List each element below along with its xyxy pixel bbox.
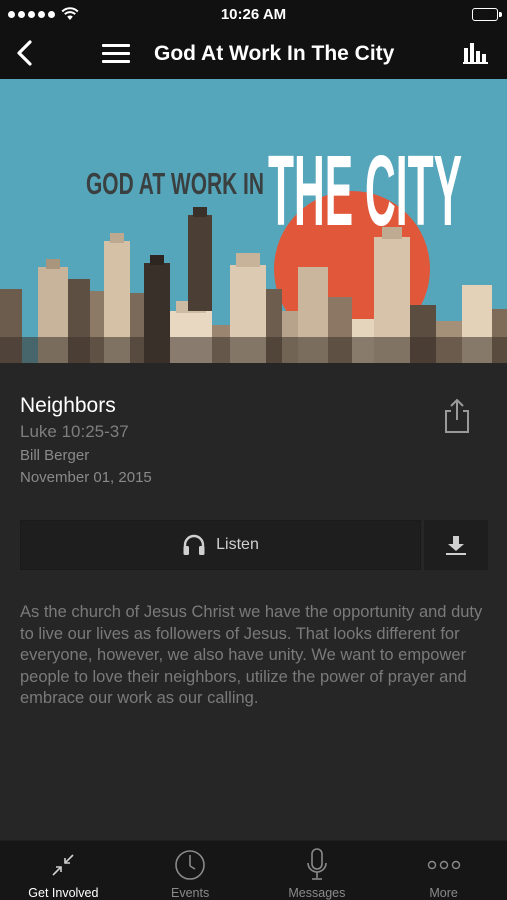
sermon-details: Neighbors Luke 10:25-37 Bill Berger Nove… [20,393,487,489]
navigation-bar: God At Work In The City [0,28,507,79]
download-icon [446,536,466,555]
page-title: God At Work In The City [154,41,395,65]
listen-button[interactable]: Listen [20,520,421,570]
tab-messages[interactable]: Messages [254,841,381,900]
tab-label: Events [171,886,210,900]
share-icon[interactable] [443,398,471,434]
banner-line2: THE CITY [268,135,462,247]
sermon-title: Neighbors [20,394,116,417]
back-icon[interactable] [12,39,36,67]
wifi-icon [61,7,79,20]
hamburger-menu-icon[interactable] [102,40,130,66]
status-time: 10:26 AM [220,5,287,23]
banner-artwork: GOD AT WORK IN THE CITY [0,79,507,363]
sermon-date: November 01, 2015 [20,469,152,486]
microphone-icon [300,848,334,882]
tab-more[interactable]: More [380,841,507,900]
tab-events[interactable]: Events [127,841,254,900]
tab-bar: Get Involved Events Messages More [0,840,507,900]
tab-label: Messages [288,886,346,900]
tab-label: Get Involved [28,886,99,900]
listen-label: Listen [216,536,259,553]
status-bar: 10:26 AM [0,0,507,28]
sermon-series-banner: GOD AT WORK IN THE CITY [0,79,507,363]
headphones-icon [183,534,205,555]
sermon-speaker: Bill Berger [20,447,90,464]
more-icon [427,848,461,882]
clock-icon [173,848,207,882]
signal-strength-icon [8,10,55,18]
banner-line1: GOD AT WORK IN [86,166,264,201]
tab-label: More [429,886,458,900]
status-left [8,0,79,28]
download-button[interactable] [424,520,488,570]
battery-icon [472,8,502,21]
sermon-description: As the church of Jesus Christ we have th… [20,603,483,707]
sermon-scripture: Luke 10:25-37 [20,422,129,441]
bar-chart-icon[interactable] [463,42,489,64]
get-involved-icon [46,848,80,882]
tab-get-involved[interactable]: Get Involved [0,841,127,900]
